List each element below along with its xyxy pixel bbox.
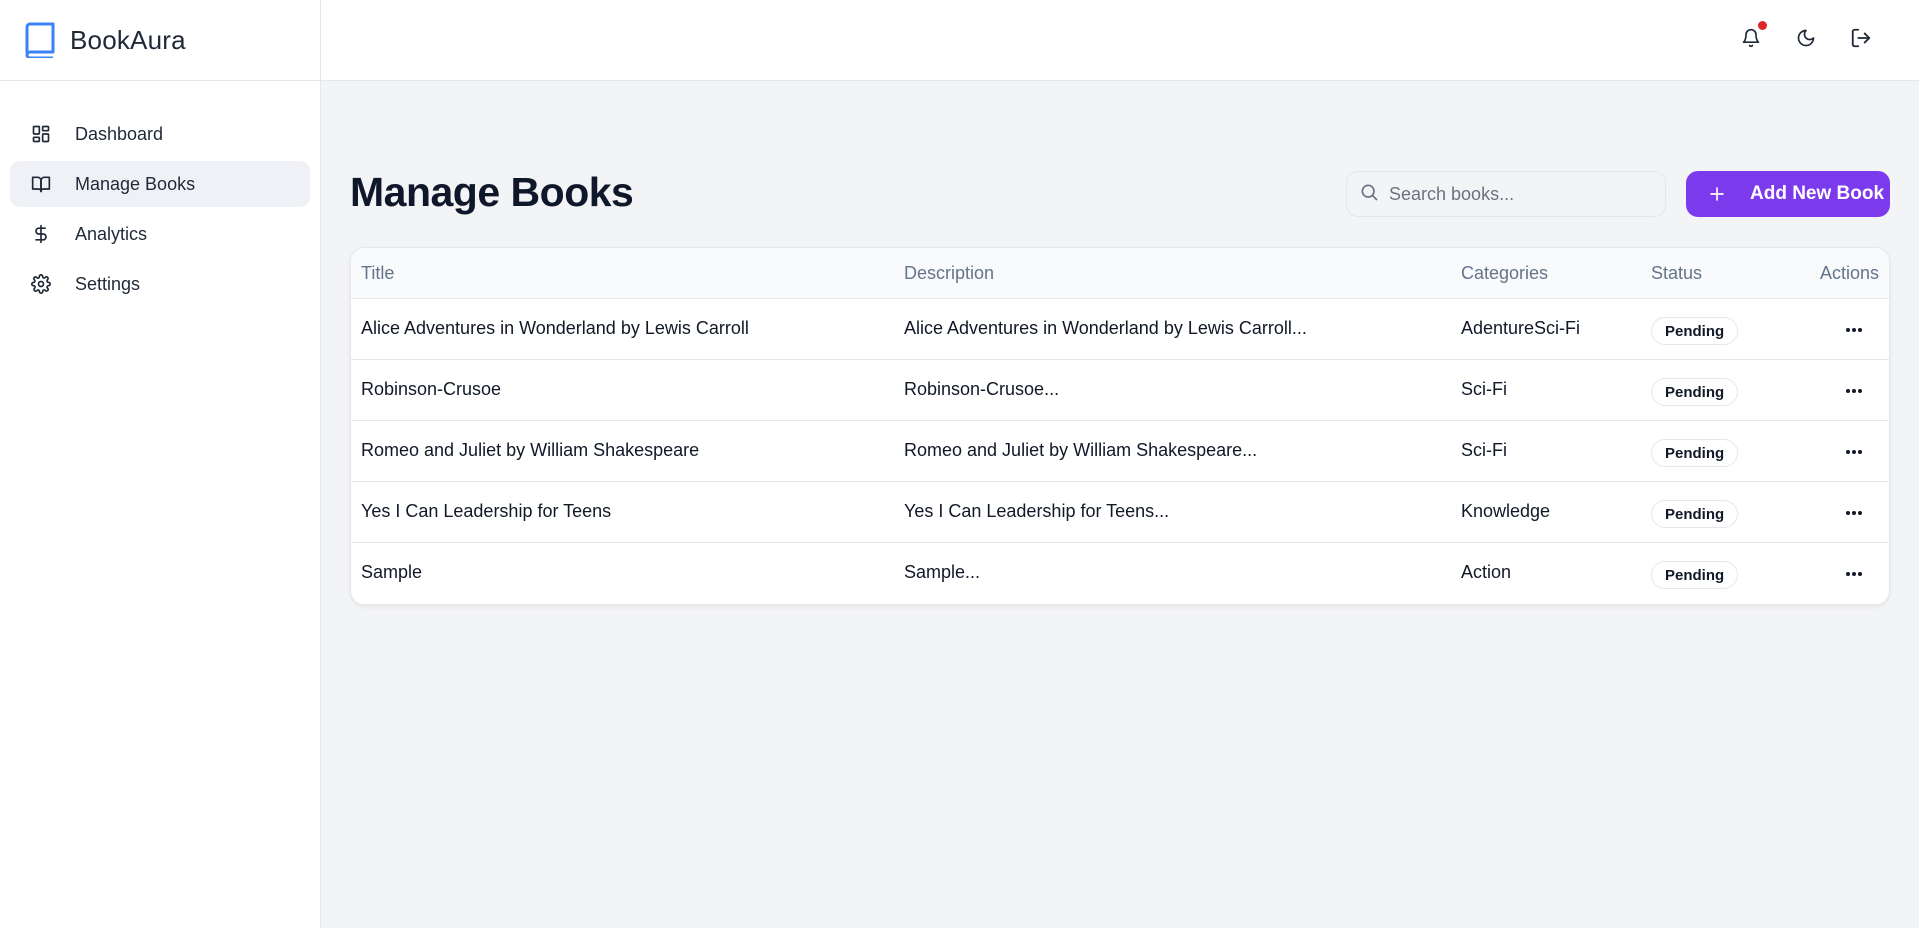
book-title: Alice Adventures in Wonderland by Lewis … — [361, 318, 749, 338]
book-title: Yes I Can Leadership for Teens — [361, 501, 612, 521]
gear-icon — [30, 273, 52, 295]
book-title: Robinson-Crusoe — [361, 379, 502, 399]
book-description: Yes I Can Leadership for Teens... — [904, 501, 1170, 521]
more-actions-icon[interactable] — [1839, 437, 1869, 467]
header-actions — [1738, 21, 1873, 56]
book-categories: AdentureSci-Fi — [1461, 318, 1581, 338]
brand-name: BookAura — [70, 24, 186, 55]
sidebar-item-settings[interactable]: Settings — [10, 261, 310, 307]
book-icon — [24, 22, 56, 58]
theme-toggle-button[interactable] — [1793, 24, 1818, 56]
more-actions-icon[interactable] — [1839, 498, 1869, 528]
dollar-icon — [30, 223, 52, 245]
status-badge: Pending — [1651, 317, 1739, 345]
table-row[interactable]: Romeo and Juliet by William Shakespeare … — [351, 421, 1889, 482]
brand[interactable]: BookAura — [0, 0, 320, 81]
table-row[interactable]: Yes I Can Leadership for Teens Yes I Can… — [351, 482, 1889, 543]
book-title: Sample — [361, 562, 423, 582]
sidebar-item-label: Manage Books — [75, 173, 196, 194]
sidebar-item-manage-books[interactable]: Manage Books — [10, 161, 310, 207]
dashboard-icon — [30, 123, 52, 145]
top-bar — [321, 0, 1919, 81]
sidebar-item-dashboard[interactable]: Dashboard — [10, 111, 310, 157]
more-actions-icon[interactable] — [1839, 315, 1869, 345]
column-header-categories[interactable]: Categories — [1461, 263, 1548, 284]
more-actions-icon[interactable] — [1839, 376, 1869, 406]
add-new-book-label: Add New Book — [1750, 183, 1885, 204]
logout-icon — [1850, 27, 1872, 54]
column-header-actions: Actions — [1819, 263, 1879, 283]
book-categories: Action — [1461, 562, 1512, 582]
open-book-icon — [30, 173, 52, 195]
book-description: Romeo and Juliet by William Shakespeare.… — [904, 440, 1258, 460]
plus-icon — [1708, 185, 1726, 203]
status-badge: Pending — [1651, 439, 1739, 467]
sidebar-nav: Dashboard Manage Books Analytics Setting… — [0, 81, 320, 307]
sidebar: BookAura Dashboard Manage Books Analytic… — [0, 0, 321, 928]
search-input[interactable] — [1389, 183, 1649, 205]
bell-icon — [1741, 27, 1761, 54]
status-badge: Pending — [1651, 500, 1739, 528]
column-header-status[interactable]: Status — [1651, 263, 1702, 284]
table-row[interactable]: Alice Adventures in Wonderland by Lewis … — [351, 299, 1889, 360]
book-categories: Sci-Fi — [1461, 440, 1507, 460]
table-row[interactable]: Sample Sample... Action Pending — [351, 543, 1889, 604]
book-categories: Knowledge — [1461, 501, 1551, 521]
books-table: Title Description Categories Status Acti… — [350, 247, 1890, 605]
book-title: Romeo and Juliet by William Shakespeare — [361, 440, 700, 460]
page-title: Manage Books — [350, 169, 634, 215]
status-badge: Pending — [1651, 561, 1739, 589]
sidebar-item-label: Analytics — [75, 223, 148, 244]
add-new-book-button[interactable]: Add New Book — [1686, 171, 1890, 217]
book-description: Robinson-Crusoe... — [904, 379, 1060, 399]
book-categories: Sci-Fi — [1461, 379, 1507, 399]
sidebar-item-label: Dashboard — [75, 123, 164, 144]
book-description: Sample... — [904, 562, 981, 582]
column-header-description[interactable]: Description — [904, 263, 994, 284]
search-box[interactable] — [1346, 171, 1666, 217]
column-header-title[interactable]: Title — [361, 263, 394, 284]
book-description: Alice Adventures in Wonderland by Lewis … — [904, 318, 1307, 338]
notifications-button[interactable] — [1738, 21, 1767, 56]
table-header: Title Description Categories Status Acti… — [351, 248, 1889, 299]
sidebar-item-label: Settings — [75, 273, 141, 294]
more-actions-icon[interactable] — [1839, 559, 1869, 589]
logout-button[interactable] — [1848, 24, 1873, 56]
moon-icon — [1796, 28, 1816, 53]
status-badge: Pending — [1651, 378, 1739, 406]
notification-dot — [1758, 21, 1767, 30]
search-icon — [1359, 182, 1379, 207]
table-row[interactable]: Robinson-Crusoe Robinson-Crusoe... Sci-F… — [351, 360, 1889, 421]
sidebar-item-analytics[interactable]: Analytics — [10, 211, 310, 257]
